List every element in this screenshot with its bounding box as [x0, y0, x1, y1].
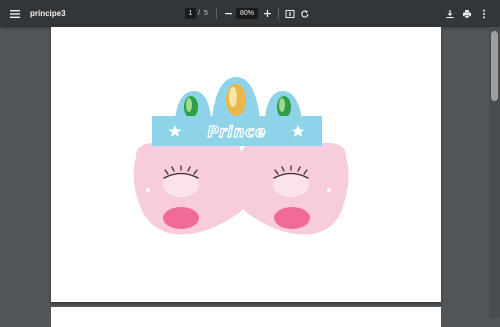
- menu-icon: [10, 9, 20, 18]
- page-separator: /: [198, 10, 200, 17]
- vertical-scrollbar[interactable]: [489, 27, 500, 318]
- print-button[interactable]: [460, 0, 474, 27]
- right-gem-highlight: [279, 98, 285, 112]
- zoom-out-icon: [224, 13, 232, 15]
- pdf-page-1: Prince: [51, 27, 441, 302]
- rotate-button[interactable]: [298, 0, 312, 27]
- more-vert-icon: [483, 9, 485, 18]
- pdf-toolbar: principe3 1 / 5 80%: [0, 0, 500, 27]
- center-gem-highlight: [229, 87, 237, 107]
- fit-page-icon: [285, 9, 295, 18]
- page-number-input[interactable]: 1: [185, 8, 196, 19]
- left-cheek: [163, 207, 199, 229]
- zoom-in-icon: [263, 10, 271, 17]
- right-cheek: [274, 207, 310, 229]
- left-gem-highlight: [186, 98, 192, 112]
- download-button[interactable]: [443, 0, 457, 27]
- right-cheek-sparkle: [327, 188, 331, 192]
- left-cheek-sparkle: [146, 188, 150, 192]
- zoom-out-button[interactable]: [221, 0, 235, 27]
- print-icon: [463, 9, 471, 18]
- page-total: 5: [204, 10, 208, 17]
- fit-page-button[interactable]: [283, 0, 297, 27]
- zoom-in-button[interactable]: [260, 0, 274, 27]
- document-title: principe3: [30, 9, 66, 18]
- download-icon: [446, 9, 454, 18]
- toolbar-divider: [216, 8, 217, 19]
- pdf-page-2: [51, 307, 441, 327]
- more-options-button[interactable]: [477, 0, 491, 27]
- scrollbar-thumb[interactable]: [491, 31, 498, 101]
- document-viewport[interactable]: Prince: [0, 27, 500, 327]
- zoom-level-input[interactable]: 80%: [236, 8, 258, 19]
- crown-text: Prince: [208, 123, 267, 141]
- rotate-icon: [301, 9, 309, 18]
- toolbar-divider: [278, 8, 279, 19]
- menu-button[interactable]: [6, 0, 24, 27]
- prince-mask-illustration: Prince: [133, 77, 349, 235]
